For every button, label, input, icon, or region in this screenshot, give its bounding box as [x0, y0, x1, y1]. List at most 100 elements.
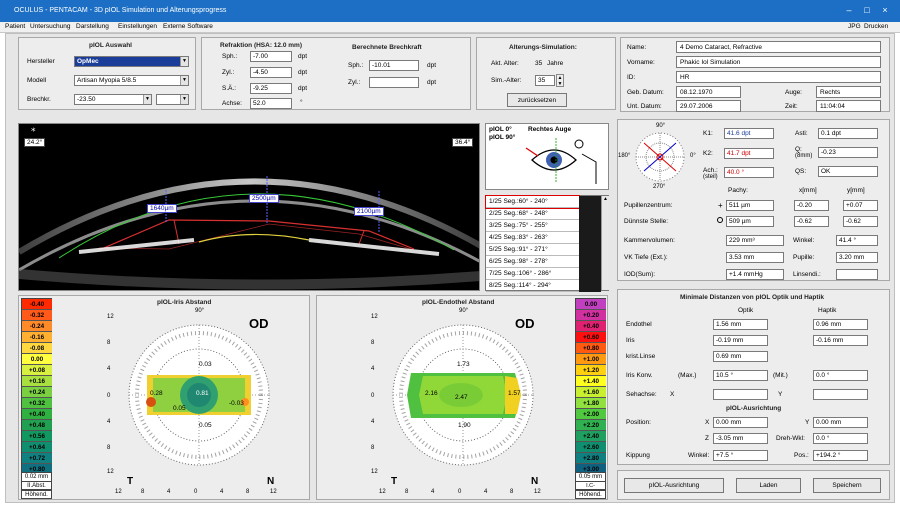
modell-select[interactable]: Artisan Myopia 5/8.5 ▼: [74, 75, 189, 86]
y-tick: 4: [371, 419, 375, 425]
ber-sph-unit: dpt: [427, 62, 437, 69]
k1-label: K1:: [703, 130, 713, 137]
pos-x-label: X: [705, 419, 710, 426]
sph-input[interactable]: -7.00: [250, 51, 292, 62]
list-item[interactable]: 3/25 Seg.:75° - 255°: [486, 220, 579, 232]
pos-y-label: Y: [805, 419, 810, 426]
hersteller-select[interactable]: OpMec ▼: [74, 56, 189, 67]
endothel-color-scale: 0.00 +0.20 +0.40 +0.60 +0.80 +1.00 +1.20 +1.40 +…: [575, 298, 606, 475]
linsendi-label: Linsendi.:: [793, 271, 821, 278]
kipp-winkel-input[interactable]: +7.5 °: [713, 450, 768, 461]
ber-zyl-label: Zyl.:: [348, 79, 361, 86]
achse-input[interactable]: 52.0: [250, 98, 292, 109]
list-item[interactable]: 4/25 Seg.:83° - 263°: [486, 232, 579, 244]
dist-left-label: 1640µm: [147, 204, 177, 213]
laden-button[interactable]: Laden: [736, 478, 801, 493]
scale-entry: +1.20: [576, 365, 606, 376]
scan-list[interactable]: 1/25 Seg.:60° - 240° 2/25 Seg.:68° - 248…: [485, 195, 609, 292]
scan-row-text: 4/25 Seg.:83° - 263°: [489, 234, 548, 241]
spinner-icon[interactable]: ▲ ▼: [556, 74, 564, 87]
chevron-down-icon[interactable]: ▼: [143, 95, 151, 104]
sph-unit: dpt: [298, 53, 308, 60]
speichern-button[interactable]: Speichern: [813, 478, 881, 493]
konv-mit-value: 0.0 °: [813, 370, 868, 381]
kipp-pos-input[interactable]: +194.2 °: [813, 450, 868, 461]
scrollbar[interactable]: ▲: [601, 196, 609, 290]
y-tick: 0: [107, 393, 111, 399]
pos-x-input[interactable]: 0.00 mm: [713, 417, 768, 428]
kipp-winkel-label: Winkel:: [688, 452, 710, 459]
chevron-down-icon[interactable]: ▼: [180, 95, 188, 104]
minimize-button[interactable]: –: [842, 4, 856, 17]
menu-bar: Patient Untersuchung Darstellung Einstel…: [0, 22, 900, 33]
zuruecksetzen-button[interactable]: zurücksetzen: [507, 93, 567, 107]
y-tick: 8: [107, 340, 111, 346]
scale-entry: -0.40: [22, 299, 52, 310]
position-label: Position:: [626, 419, 651, 426]
iris-optik-value: -0.19 mm: [713, 335, 768, 346]
list-item[interactable]: 6/25 Seg.:98° - 278°: [486, 256, 579, 268]
chevron-down-icon[interactable]: ▼: [180, 76, 188, 85]
scan-thumbnails: [579, 196, 601, 292]
iris-hoehe-label: Höhend.: [21, 490, 52, 499]
sehachse-y-label: Y: [778, 391, 783, 398]
list-item[interactable]: 7/25 Seg.:106° - 286°: [486, 268, 579, 280]
vk-tiefe-label: VK Tiefe (Ext.):: [624, 254, 668, 261]
drehwkl-input[interactable]: 0.0 °: [813, 433, 868, 444]
menu-drucken[interactable]: Drucken: [864, 23, 888, 30]
maximize-button[interactable]: □: [860, 4, 874, 17]
endothel-label: Endothel: [626, 321, 652, 328]
pos-z-input[interactable]: -3.05 mm: [713, 433, 768, 444]
menu-externe-software[interactable]: Externe Software: [163, 23, 213, 30]
scale-entry: +0.40: [576, 321, 606, 332]
x-tick: 12: [534, 489, 541, 495]
scale-entry: -0.24: [22, 321, 52, 332]
auge-value: Rechts: [816, 86, 881, 98]
pupille-value: 3.20 mm: [836, 252, 878, 263]
x-tick: 8: [246, 489, 250, 495]
akt-alter-value: 35: [535, 60, 543, 67]
piol-ausrichtung-button[interactable]: pIOL-Ausrichtung: [624, 478, 724, 493]
list-item[interactable]: 8/25 Seg.:114° - 294°: [486, 280, 579, 292]
scheimpflug-image[interactable]: * 24.2° 36.4° 1640µm 2500µm 2100µm: [18, 123, 480, 291]
menu-jpg[interactable]: JPG: [848, 23, 861, 30]
chevron-down-icon[interactable]: ▼: [180, 57, 188, 66]
menu-untersuchung[interactable]: Untersuchung: [30, 23, 70, 30]
scale-entry: -0.16: [22, 332, 52, 343]
k2-label: K2:: [703, 150, 713, 157]
iris-val-5: 0.05: [199, 422, 212, 429]
window-title: OCULUS - PENTACAM - 3D pIOL Simulation u…: [14, 7, 227, 14]
sa-input[interactable]: -9.25: [250, 83, 292, 94]
list-item[interactable]: 2/25 Seg.:68° - 248°: [486, 208, 579, 220]
list-item[interactable]: 1/25 Seg.:60° - 240°: [485, 195, 580, 209]
brechkr-select[interactable]: -23.50 ▼: [74, 94, 152, 105]
brechkr2-select[interactable]: ▼: [156, 94, 189, 105]
unt-label: Unt. Datum:: [627, 103, 662, 110]
menu-darstellung[interactable]: Darstellung: [76, 23, 109, 30]
ach-sub-label: (steil): [703, 174, 718, 180]
x-tick: 12: [115, 489, 122, 495]
pos-y-input[interactable]: 0.00 mm: [813, 417, 868, 428]
scale-entry: +0.40: [22, 409, 52, 420]
refraktion-panel: Refraktion (HSA: 12.0 mm) Sph.: -7.00 dp…: [201, 37, 471, 110]
scale-entry: +0.20: [576, 310, 606, 321]
vorname-label: Vorname:: [627, 59, 655, 66]
sehachse-y-input[interactable]: [813, 389, 868, 400]
iris-haptik-value: -0.16 mm: [813, 335, 868, 346]
menu-patient[interactable]: Patient: [5, 23, 25, 30]
sehachse-x-input[interactable]: [713, 389, 768, 400]
close-button[interactable]: ×: [878, 4, 892, 17]
zyl-input[interactable]: -4.50: [250, 67, 292, 78]
scale-entry: +2.20: [576, 420, 606, 431]
iris-val-3: -0.03: [229, 400, 244, 407]
sim-alter-input[interactable]: 35: [535, 75, 555, 86]
x-tick: 4: [167, 489, 171, 495]
list-item[interactable]: 5/25 Seg.:91° - 271°: [486, 244, 579, 256]
scale-entry: +0.64: [22, 442, 52, 453]
scale-entry: +0.72: [22, 453, 52, 464]
pz-x-value: -0.20: [794, 200, 829, 211]
iris-konv-label: Iris Konv.: [626, 372, 653, 379]
menu-einstellungen[interactable]: Einstellungen: [118, 23, 157, 30]
x-tick: 4: [431, 489, 435, 495]
distanzen-panel: Minimale Distanzen von pIOL Optik und Ha…: [617, 289, 890, 465]
